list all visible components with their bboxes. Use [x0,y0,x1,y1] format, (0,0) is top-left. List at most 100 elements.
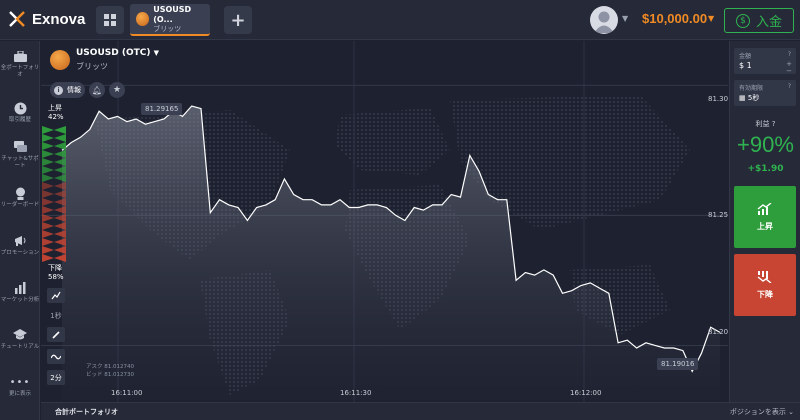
balance[interactable]: $10,000.00 [642,11,707,26]
asset-flag-icon [136,12,150,26]
alert-button[interactable]: 🔔︎ [89,82,105,98]
sentiment-up-label: 上昇 [48,104,62,112]
portfolio-bar[interactable]: 合計ポートフォリオ ポジションを表示 ⌄ [41,402,800,420]
bell-icon: 🔔︎ [91,85,103,95]
profile-caret-icon[interactable]: ▼ [622,14,628,23]
help-icon[interactable]: ? [772,120,776,128]
x-tick-label: 16:11:30 [340,389,372,397]
amount-stepper[interactable]: + − [786,61,792,75]
balance-caret-icon[interactable]: ▼ [708,14,714,23]
sentiment-down-segment [42,214,66,222]
sidebar-item-label: 取引履歴 [8,117,31,123]
sentiment-up-segment [42,142,66,150]
sentiment-down-segment [42,182,66,190]
show-positions-label: ポジションを表示 [729,408,786,416]
user-icon [594,11,614,33]
sentiment-down-pct: 58% [48,273,64,281]
sidebar-item-label: チャット&サポート [1,156,39,169]
profit-amount: +$1.90 [747,164,784,174]
calendar-icon: ▦ [739,94,746,102]
sidebar-item-chat[interactable]: チャット&サポート [0,140,40,170]
amount-field[interactable]: 金額 ? $ 1 + − [734,48,796,75]
show-positions-link[interactable]: ポジションを表示 ⌄ [730,407,794,417]
clock-icon [13,101,27,115]
sentiment-down-segment [42,222,66,230]
low-price-tag: 81.19016 [657,358,699,370]
top-bar: Exnova USOUSD (O... ブリッツ + ▼ $10,000.00 … [0,0,800,40]
favorite-button[interactable]: ★ [109,82,125,98]
bar-chart-icon [13,281,27,295]
sidebar-item-leaderboard[interactable]: リーダーボード [0,186,40,209]
sell-down-label: 下降 [757,289,773,299]
dollar-icon: $ [735,13,750,28]
sentiment-down-segment [42,246,66,254]
asset-tab-type: ブリッツ [153,24,182,33]
deposit-button[interactable]: $ 入金 [724,8,794,33]
bid-quote: ビッド 81.012730 [86,372,134,378]
sentiment-down-segment [42,254,66,262]
x-tick-label: 16:11:00 [111,389,143,397]
sidebar-item-promotions[interactable]: プロモーション [0,234,40,257]
chart-area[interactable] [41,41,728,402]
graduation-cap-icon [13,328,27,342]
candles-icon [51,291,61,299]
buy-up-button[interactable]: 上昇 [734,186,796,248]
sell-down-button[interactable]: 下降 [734,254,796,316]
sentiment-down-segment [42,230,66,238]
amount-number: 1 [746,61,752,70]
buy-up-label: 上昇 [757,221,773,231]
sidebar-item-history[interactable]: 取引履歴 [0,101,40,124]
exnova-logo-icon [9,11,25,27]
briefcase-icon [13,49,27,63]
chevron-down-icon[interactable]: ▼ [154,49,159,57]
expiry-field[interactable]: 有効期限 ? ▦ 5秒 [734,80,796,106]
quotes: アスク 81.012740 ビッド 81.012730 [86,363,134,379]
sentiment-down-segment [42,238,66,246]
help-icon[interactable]: ? [788,51,791,58]
sentiment-down-segment [42,198,66,206]
info-button[interactable]: i 情報 [50,82,85,98]
sidebar-item-label: マーケット分析 [0,297,40,303]
trend-down-icon [757,270,772,283]
sidebar-item-portfolio[interactable]: 全ポートフォリオ [0,49,40,79]
asset-name: USOUSD (OTC) [76,48,151,58]
add-tab-button[interactable]: + [224,6,252,34]
megaphone-icon [13,234,27,248]
chart-type-button[interactable] [47,288,65,303]
indicators-button[interactable] [47,349,65,364]
amount-value[interactable]: $ 1 [739,61,752,70]
trader-sentiment-bar [42,126,66,262]
sidebar-item-label: リーダーボード [0,202,40,208]
sentiment-up-segment [42,150,66,158]
more-dots-icon: ••• [9,376,31,388]
logo[interactable]: Exnova [8,10,85,28]
expiry-label: 有効期限 [739,85,764,92]
grid-icon [104,14,116,26]
sidebar-item-more[interactable]: ••• 更に表示 [0,375,40,398]
expiry-value[interactable]: ▦ 5秒 [739,93,759,103]
sentiment-up-segment [42,166,66,174]
ask-quote: アスク 81.012740 [86,364,134,370]
price-chart[interactable] [41,41,728,402]
sentiment-down-segment [42,190,66,198]
asset-flag-icon [50,50,70,70]
drawing-tools-button[interactable] [47,327,65,342]
all-assets-button[interactable] [96,6,124,34]
sidebar-item-market-analysis[interactable]: マーケット分析 [0,281,40,304]
asset-tab[interactable]: USOUSD (O... ブリッツ [130,4,210,36]
info-label: 情報 [67,86,81,94]
deposit-label: 入金 [755,15,782,30]
pencil-icon [52,330,60,339]
help-icon[interactable]: ? [788,83,791,90]
period-button[interactable]: 2分 [47,370,65,385]
trend-up-icon [757,202,772,215]
asset-header[interactable]: USOUSD (OTC) ▼ ブリッツ [50,48,159,72]
sidebar-item-tutorials[interactable]: チュートリアル [0,328,40,351]
asset-actions: i 情報 🔔︎ ★ [50,82,125,98]
chevron-down-icon: ⌄ [788,408,794,416]
interval-button[interactable]: 1秒 [47,308,65,323]
sentiment-down: 下降 58% [48,264,64,282]
sentiment-down-label: 下降 [48,264,62,272]
asset-tab-name: USOUSD (O... [153,4,192,24]
avatar[interactable] [590,6,618,34]
